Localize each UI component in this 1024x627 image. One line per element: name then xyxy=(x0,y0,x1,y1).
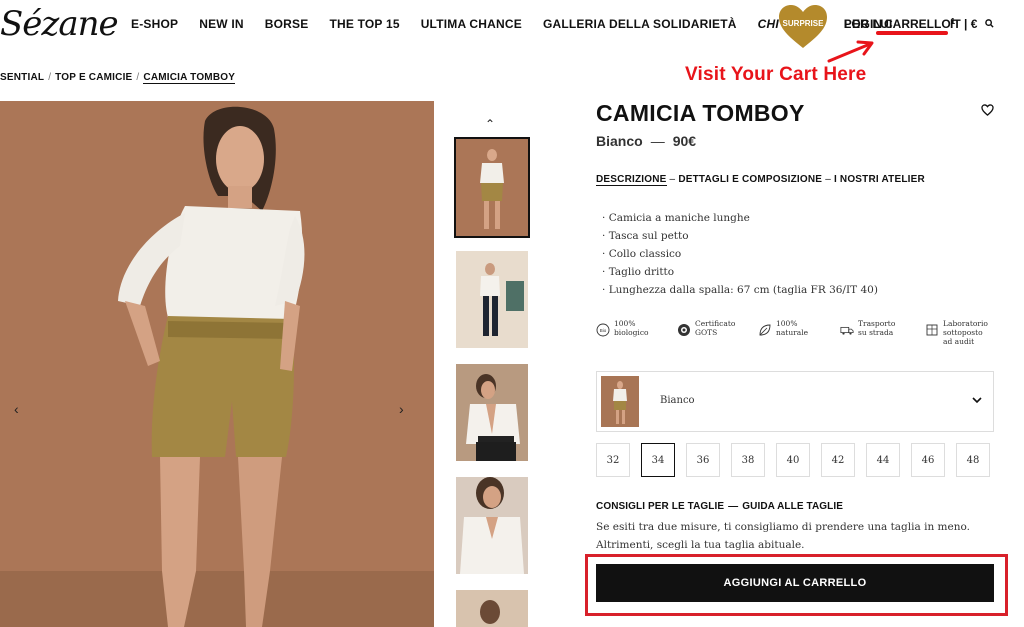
cart-label: CARRELLO xyxy=(884,17,951,31)
product-main-image[interactable]: ‹ › xyxy=(0,101,434,627)
badge-line: su strada xyxy=(858,328,894,337)
image-next-arrow[interactable]: › xyxy=(399,401,404,417)
surprise-label: SURPRISE xyxy=(782,19,824,28)
color-selector[interactable]: Bianco xyxy=(596,371,994,432)
badge-line: sottoposto xyxy=(943,328,983,337)
feature-item: Collo classico xyxy=(602,245,878,263)
thumbnail-photo xyxy=(456,139,528,236)
thumbnail-photo xyxy=(456,364,528,461)
badge-line: Certificato xyxy=(695,319,736,328)
product-subtitle: Bianco —90€ xyxy=(596,133,697,149)
badge-trasporto: Trasporto su strada xyxy=(840,319,895,337)
product-title: CAMICIA TOMBOY xyxy=(596,100,805,126)
language-currency-selector[interactable]: IT | € xyxy=(950,17,977,31)
truck-icon xyxy=(840,326,854,335)
breadcrumb-current[interactable]: CAMICIA TOMBOY xyxy=(143,72,236,84)
breadcrumb-item[interactable]: TOP E CAMICIE xyxy=(55,72,132,83)
tab-atelier[interactable]: I NOSTRI ATELIER xyxy=(834,174,925,185)
swatch-photo xyxy=(601,376,639,427)
size-option[interactable]: 36 xyxy=(686,443,720,477)
thumbnail-5[interactable] xyxy=(456,590,528,627)
svg-text:Bio: Bio xyxy=(600,328,607,333)
size-option-selected[interactable]: 34 xyxy=(641,443,675,477)
thumbnail-photo xyxy=(456,251,528,348)
badge-laboratorio: Laboratorio sottoposto ad audit xyxy=(925,319,988,346)
surprise-heart-button[interactable]: SURPRISE xyxy=(778,4,828,50)
tab-descrizione[interactable]: DESCRIZIONE xyxy=(596,174,667,186)
color-selected-label: Bianco xyxy=(660,395,695,406)
thumbnail-4[interactable] xyxy=(456,477,528,574)
badge-line: 100% xyxy=(614,319,636,328)
thumbnail-photo xyxy=(456,477,528,574)
product-tabs: DESCRIZIONE – DETTAGLI E COMPOSIZIONE – I NO… xyxy=(596,174,925,186)
feature-item: Lunghezza dalla spalla: 67 cm (taglia FR… xyxy=(602,281,878,299)
wishlist-heart-icon[interactable] xyxy=(981,104,994,116)
size-advice-line: Se esiti tra due misure, ti consigliamo … xyxy=(596,521,970,533)
size-selector: 32 34 36 38 40 42 44 46 48 xyxy=(596,443,990,477)
nav-item-ultima-chance[interactable]: ULTIMA CHANCE xyxy=(421,17,522,31)
leaf-icon xyxy=(759,324,771,336)
nav-item-borse[interactable]: BORSE xyxy=(265,17,309,31)
breadcrumb: SENTIAL / TOP E CAMICIE / CAMICIA TOMBOY xyxy=(0,72,236,84)
cart-annotation-underline xyxy=(876,31,948,35)
badge-naturale: 100% naturale xyxy=(758,319,808,337)
image-prev-arrow[interactable]: ‹ xyxy=(14,401,19,417)
size-option[interactable]: 38 xyxy=(731,443,765,477)
size-option[interactable]: 44 xyxy=(866,443,900,477)
thumbnail-1[interactable] xyxy=(454,137,530,238)
size-advice-heading: CONSIGLI PER LE TAGLIE — GUIDA ALLE TAGLIE xyxy=(596,501,844,512)
nav-item-top-15[interactable]: THE TOP 15 xyxy=(329,17,399,31)
size-advice-line: Altrimenti, scegli la tua taglia abitual… xyxy=(596,539,805,551)
feature-list: Camicia a maniche lunghe Tasca sul petto… xyxy=(602,209,878,299)
size-option[interactable]: 48 xyxy=(956,443,990,477)
badge-line: Laboratorio xyxy=(943,319,988,328)
tab-dettagli[interactable]: DETTAGLI E COMPOSIZIONE xyxy=(678,174,822,185)
size-option[interactable]: 42 xyxy=(821,443,855,477)
feature-item: Taglio dritto xyxy=(602,263,878,281)
chevron-down-icon xyxy=(972,397,982,404)
nav-item-eshop[interactable]: E-SHOP xyxy=(131,17,178,31)
cart-annotation-text: Visit Your Cart Here xyxy=(685,64,867,85)
size-advice-text: Se esiti tra due misure, ti consigliamo … xyxy=(596,518,996,554)
badge-gots: Certificato GOTS xyxy=(677,319,735,337)
size-guide-link[interactable]: GUIDA ALLE TAGLIE xyxy=(742,501,843,512)
cart-link[interactable]: CARRELLO1 xyxy=(884,17,955,31)
badge-line: GOTS xyxy=(695,328,718,337)
add-to-cart-annotation-box xyxy=(585,554,1008,616)
thumbnail-photo xyxy=(456,590,528,627)
badge-line: biologico xyxy=(614,328,649,337)
thumbnail-2[interactable] xyxy=(456,251,528,348)
size-option[interactable]: 40 xyxy=(776,443,810,477)
sustainability-badges: Bio 100% biologico Certificato GOTS 100% na… xyxy=(596,319,996,349)
login-link[interactable]: LOGIN xyxy=(844,17,882,31)
size-option[interactable]: 32 xyxy=(596,443,630,477)
building-icon xyxy=(926,324,938,336)
thumbnails-up-chevron-icon[interactable]: ⌃ xyxy=(485,117,495,131)
feature-item: Camicia a maniche lunghe xyxy=(602,209,878,227)
size-advice-title: CONSIGLI PER LE TAGLIE xyxy=(596,501,725,512)
badge-line: Trasporto xyxy=(858,319,896,328)
color-swatch-thumbnail xyxy=(601,376,639,427)
size-option[interactable]: 46 xyxy=(911,443,945,477)
thumbnail-3[interactable] xyxy=(456,364,528,461)
model-photo xyxy=(0,101,434,627)
breadcrumb-item[interactable]: SENTIAL xyxy=(0,72,44,83)
badge-line: naturale xyxy=(776,328,809,337)
feature-item: Tasca sul petto xyxy=(602,227,878,245)
search-icon[interactable] xyxy=(985,19,994,28)
gots-icon xyxy=(678,324,690,336)
brand-logo[interactable]: Sézane xyxy=(0,4,119,44)
badge-line: ad audit xyxy=(943,337,975,346)
annotation-arrow-icon xyxy=(827,40,874,63)
product-color: Bianco xyxy=(596,133,643,149)
nav-item-new-in[interactable]: NEW IN xyxy=(199,17,244,31)
nav-item-galleria[interactable]: GALLERIA DELLA SOLIDARIETÀ xyxy=(543,17,737,31)
bio-icon: Bio xyxy=(596,323,610,337)
badge-line: 100% xyxy=(776,319,798,328)
product-price: 90€ xyxy=(672,133,697,149)
badge-biologico: Bio 100% biologico xyxy=(596,319,649,337)
